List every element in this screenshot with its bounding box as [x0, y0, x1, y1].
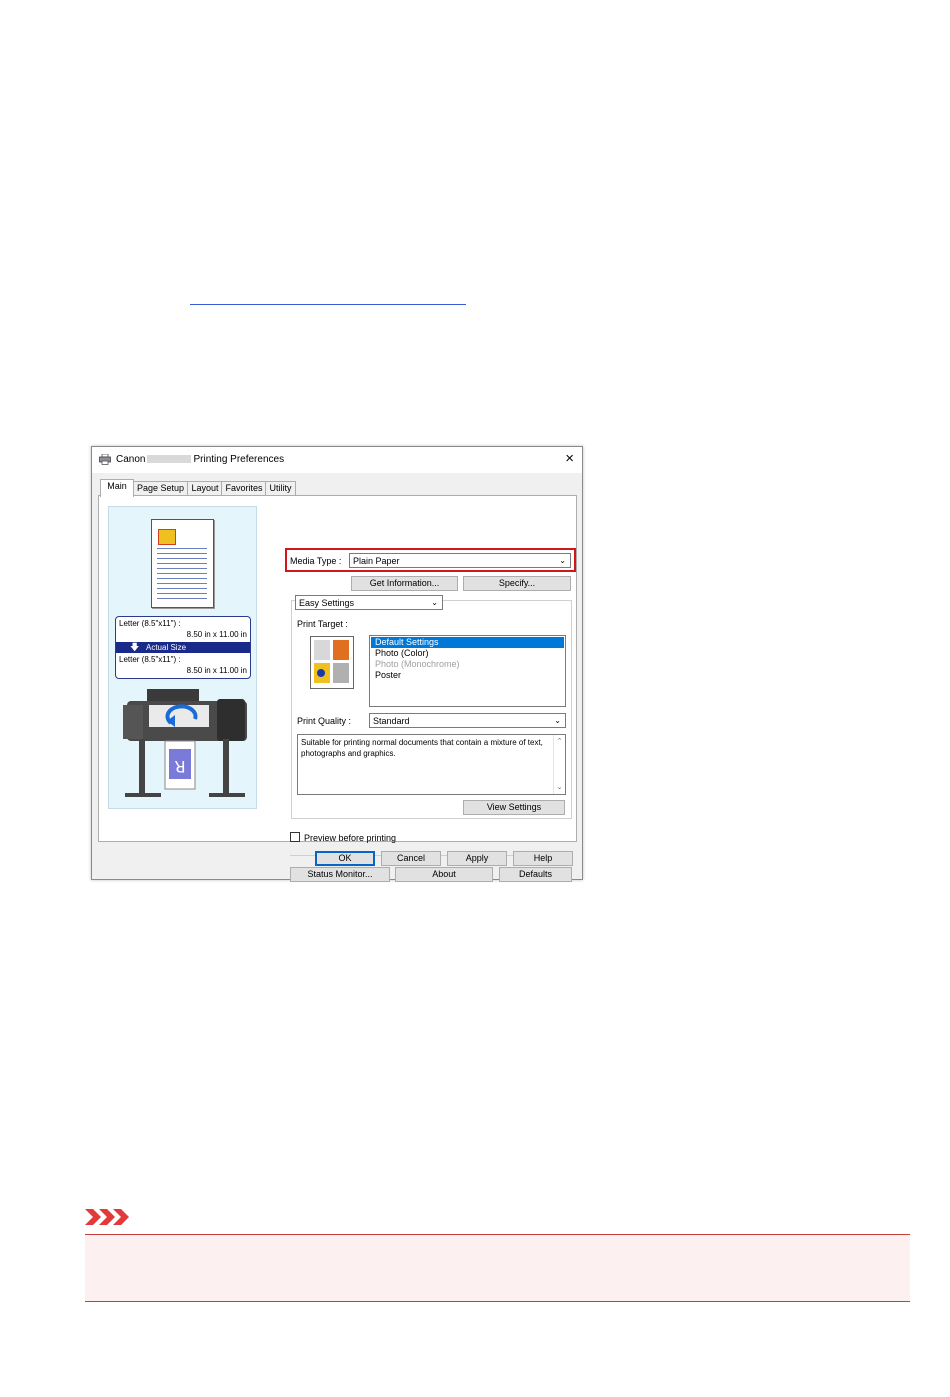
status-monitor-button[interactable]: Status Monitor...	[290, 867, 390, 882]
title-text: Printing Preferences	[193, 454, 285, 465]
close-button[interactable]: ×	[565, 450, 574, 468]
tab-favorites[interactable]: Favorites	[221, 481, 267, 496]
large-format-printer-illustration: R	[123, 689, 247, 797]
printer-icon	[99, 454, 111, 465]
hyperlink-underline[interactable]	[190, 304, 466, 305]
print-target-thumbnail	[310, 636, 354, 689]
arrow-down-icon: 🡇	[130, 642, 140, 652]
list-item[interactable]: Default Settings	[371, 637, 564, 648]
important-notice-box	[85, 1234, 910, 1302]
main-tab-panel: Letter (8.5"x11") : 8.50 in x 11.00 in 🡇…	[98, 495, 577, 882]
actual-size-label: Actual Size	[146, 643, 187, 652]
print-quality-select[interactable]: Standard ⌄	[369, 713, 566, 728]
preview-before-printing-checkbox[interactable]	[290, 832, 300, 842]
view-settings-button[interactable]: View Settings	[463, 800, 565, 815]
description-scrollbar[interactable]: ⌃ ⌄	[553, 735, 565, 794]
size-top-label: Letter (8.5"x11") :	[119, 619, 181, 628]
printing-preferences-dialog: Canon Printing Preferences × Main Page Se…	[91, 446, 583, 882]
cancel-button[interactable]: Cancel	[381, 851, 441, 866]
actual-size-bar: 🡇 Actual Size	[116, 642, 250, 653]
media-type-label: Media Type :	[290, 556, 342, 566]
important-chevrons-icon	[85, 1209, 129, 1225]
paper-preview	[151, 519, 214, 608]
ok-button[interactable]: OK	[315, 851, 375, 866]
svg-text:R: R	[174, 757, 185, 776]
print-target-label: Print Target :	[297, 619, 348, 629]
tab-page-setup[interactable]: Page Setup	[132, 481, 189, 496]
list-item[interactable]: Photo (Color)	[371, 648, 564, 659]
size-bottom-label: Letter (8.5"x11") :	[119, 655, 181, 664]
paper-size-info: Letter (8.5"x11") : 8.50 in x 11.00 in 🡇…	[115, 616, 251, 679]
preview-image-icon	[158, 529, 176, 545]
help-button[interactable]: Help	[513, 851, 573, 866]
preview-before-printing-label: Preview before printing	[304, 833, 397, 843]
title-bar: Canon Printing Preferences ×	[92, 447, 582, 473]
specify-button[interactable]: Specify...	[463, 576, 571, 591]
redacted-model	[147, 455, 192, 464]
description-box: Suitable for printing normal documents t…	[297, 734, 566, 795]
defaults-button[interactable]: Defaults	[499, 867, 572, 882]
easy-settings-select[interactable]: Easy Settings ⌄	[295, 595, 443, 610]
print-quality-value: Standard	[373, 716, 410, 726]
dialog-title: Canon Printing Preferences	[116, 454, 284, 465]
about-button[interactable]: About	[395, 867, 493, 882]
media-type-select[interactable]: Plain Paper ⌄	[349, 553, 571, 568]
print-quality-label: Print Quality :	[297, 716, 352, 726]
media-type-value: Plain Paper	[353, 556, 400, 566]
chevron-down-icon: ⌄	[559, 556, 566, 565]
list-item[interactable]: Photo (Monochrome)	[371, 659, 564, 670]
get-information-button[interactable]: Get Information...	[351, 576, 458, 591]
list-item[interactable]: Poster	[371, 670, 564, 681]
size-bottom-value: 8.50 in x 11.00 in	[186, 666, 247, 675]
description-text: Suitable for printing normal documents t…	[301, 738, 543, 758]
preview-pane: Letter (8.5"x11") : 8.50 in x 11.00 in 🡇…	[108, 506, 257, 809]
easy-settings-value: Easy Settings	[299, 598, 355, 608]
chevron-down-icon: ⌄	[431, 598, 438, 607]
title-brand: Canon	[116, 454, 146, 465]
tab-main[interactable]: Main	[100, 479, 134, 497]
size-top-value: 8.50 in x 11.00 in	[186, 630, 247, 639]
print-target-list[interactable]: Default Settings Photo (Color) Photo (Mo…	[369, 635, 566, 707]
apply-button[interactable]: Apply	[447, 851, 507, 866]
tab-layout[interactable]: Layout	[187, 481, 223, 496]
chevron-down-icon: ⌄	[554, 716, 561, 725]
tab-utility[interactable]: Utility	[265, 481, 296, 496]
